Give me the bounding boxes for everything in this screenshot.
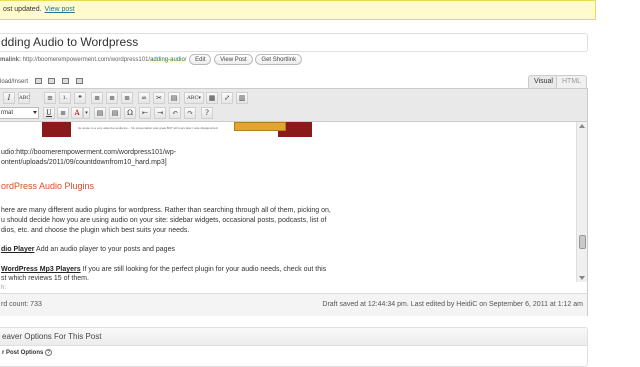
plugin-1-desc: Add an audio player to your posts and pa… [34, 246, 175, 253]
help-button[interactable]: ? [201, 107, 213, 119]
special-char-button[interactable]: Ω [124, 107, 136, 119]
editor-content[interactable]: he spoke to a very attentive audience...… [0, 122, 575, 282]
editor-path-bar: h: [0, 282, 587, 294]
music-icon[interactable] [62, 78, 70, 85]
toolbar-row-2: rmat U ≣ A ▾ ▤ ▤ Ω ⇤ ⇥ ↶ ↷ ? [0, 106, 587, 120]
scroll-up-icon[interactable] [579, 124, 585, 128]
text-color-button[interactable]: A [71, 107, 83, 119]
align-center-button[interactable]: ≣ [106, 92, 118, 104]
audio-shortcode-line1: udio:http://boomerempowerment.com/wordpr… [1, 149, 177, 156]
media-icon[interactable] [75, 78, 83, 85]
tab-html[interactable]: HTML [556, 75, 588, 88]
video-icon[interactable] [48, 78, 56, 85]
mp3-players-link[interactable]: WordPress Mp3 Players [1, 266, 81, 273]
distraction-free-button[interactable]: ⤢ [221, 92, 233, 104]
insert-link-button[interactable]: ∞ [138, 92, 150, 104]
more-tag-button[interactable]: ▤ [168, 92, 180, 104]
plugin-2-desc: If you are still looking for the perfect… [80, 266, 327, 273]
autosave-status: Draft saved at 12:44:34 pm. Last edited … [322, 301, 583, 308]
plugin-item-2: WordPress Mp3 Players If you are still l… [1, 265, 326, 274]
toolbar-row-1: I ABC ≡ 1. ❝ ≣ ≣ ≣ ∞ ✂ ▤ ABC▾ ▦ ⤢ ▥ [0, 91, 587, 105]
metabox-title[interactable]: eaver Options For This Post [0, 328, 587, 346]
spellcheck-button[interactable]: ABC▾ [184, 92, 204, 104]
post-options-row: r Post Options ? [0, 346, 587, 360]
word-count-bar: rd count: 733 Draft saved at 12:44:34 pm… [0, 294, 587, 316]
permalink-end: / [184, 57, 187, 63]
permalink-label: malink: [0, 57, 22, 63]
upload-insert-row: load/Insert [0, 76, 600, 88]
outdent-button[interactable]: ⇤ [139, 107, 151, 119]
italic-button[interactable]: I [3, 92, 15, 104]
chevron-down-icon [33, 111, 37, 114]
paste-text-button[interactable]: ▤ [94, 107, 106, 119]
paragraph-line2: u should decide how you are using audio … [1, 217, 327, 224]
indent-button[interactable]: ⇥ [154, 107, 166, 119]
permalink-base: http://boomerempowerment.com/wordpress10… [22, 57, 151, 63]
word-count: rd count: 733 [1, 301, 42, 308]
fullscreen-button[interactable]: ▦ [206, 92, 218, 104]
numbered-list-button[interactable]: 1. [59, 92, 71, 104]
upload-insert-label: load/Insert [0, 79, 29, 85]
editor-scrollbar[interactable] [576, 122, 587, 282]
strikethrough-button[interactable]: ABC [18, 92, 30, 104]
underline-button[interactable]: U [43, 107, 55, 119]
audio-shortcode-line2: ontent/uploads/2011/09/countdownfrom10_h… [1, 159, 167, 166]
kitchen-sink-button[interactable]: ▥ [236, 92, 248, 104]
scrollbar-thumb[interactable] [579, 235, 586, 249]
align-left-button[interactable]: ≣ [91, 92, 103, 104]
paragraph-line1: here are many different audio plugins fo… [1, 207, 331, 214]
image-highlight [234, 122, 286, 131]
paste-word-button[interactable]: ▤ [109, 107, 121, 119]
section-heading: ordPress Audio Plugins [1, 181, 95, 191]
text-color-dropdown[interactable]: ▾ [83, 107, 90, 119]
weaver-options-metabox: eaver Options For This Post r Post Optio… [0, 327, 588, 367]
align-right-button[interactable]: ≣ [121, 92, 133, 104]
view-post-link[interactable]: View post [45, 6, 75, 13]
plugin-item-1: dio Player Add an audio player to your p… [1, 245, 175, 254]
get-shortlink-button[interactable]: Get Shortlink [255, 53, 303, 65]
edit-permalink-button[interactable]: Edit [189, 53, 212, 65]
plugin-item-2-line2: st which reviews 15 of them. [1, 275, 89, 282]
update-notice: ost updated. View post [0, 0, 596, 20]
undo-button[interactable]: ↶ [169, 107, 181, 119]
post-title-input[interactable]: dding Audio to Wordpress [0, 33, 588, 52]
scroll-down-icon[interactable] [579, 276, 585, 280]
unlink-button[interactable]: ✂ [153, 92, 165, 104]
post-editor: I ABC ≡ 1. ❝ ≣ ≣ ≣ ∞ ✂ ▤ ABC▾ ▦ ⤢ ▥ rmat… [0, 88, 588, 316]
format-select[interactable]: rmat [0, 107, 39, 119]
tab-visual[interactable]: Visual [528, 75, 559, 88]
notice-text: ost updated. [3, 6, 42, 13]
help-icon[interactable]: ? [45, 349, 53, 356]
image-caption: he spoke to a very attentive audience...… [78, 126, 219, 130]
post-options-label: r Post Options [2, 350, 44, 356]
editor-toolbar: I ABC ≡ 1. ❝ ≣ ≣ ≣ ∞ ✂ ▤ ABC▾ ▦ ⤢ ▥ rmat… [0, 89, 587, 122]
redo-button[interactable]: ↷ [184, 107, 196, 119]
view-post-button[interactable]: View Post [214, 53, 253, 65]
permalink-row: malink: http://boomerempowerment.com/wor… [0, 53, 600, 67]
blockquote-button[interactable]: ❝ [74, 92, 86, 104]
format-value: rmat [1, 110, 13, 116]
justify-button[interactable]: ≣ [57, 107, 69, 119]
paragraph-line3: dios, etc. and choose the plugin which b… [1, 227, 190, 234]
embedded-image[interactable]: he spoke to a very attentive audience...… [42, 122, 312, 137]
bullet-list-button[interactable]: ≡ [44, 92, 56, 104]
permalink-slug[interactable]: adding-audio [150, 57, 185, 63]
audio-player-link[interactable]: dio Player [1, 246, 34, 253]
image-icon[interactable] [34, 78, 42, 85]
